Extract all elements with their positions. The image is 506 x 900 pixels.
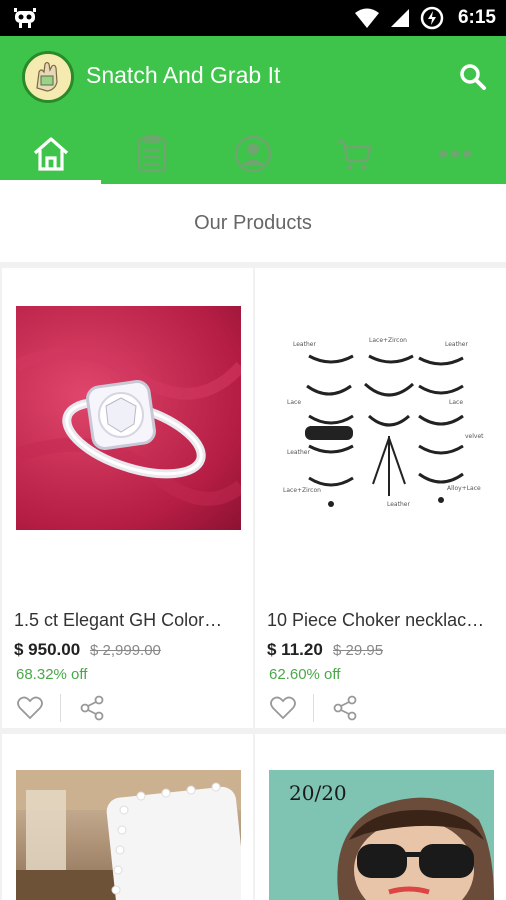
choker-label: Leather (287, 449, 310, 456)
heart-icon[interactable] (16, 694, 44, 722)
choker-label: Lace (287, 399, 301, 406)
tab-home[interactable] (0, 124, 102, 184)
heart-icon[interactable] (269, 694, 297, 722)
tab-bar (0, 124, 506, 184)
tab-account[interactable] (202, 124, 303, 184)
home-icon (33, 137, 68, 171)
product-discount: 68.32% off (16, 666, 88, 683)
product-old-price: $ 29.95 (333, 642, 384, 659)
robot-notification-icon (14, 8, 36, 28)
choker-label: Lace (449, 399, 463, 406)
cart-icon (337, 139, 372, 170)
product-actions (255, 688, 506, 728)
product-actions (2, 688, 253, 728)
choker-label: Alloy+Lace (447, 485, 481, 492)
wifi-icon (354, 8, 379, 28)
signal-icon (390, 9, 409, 27)
chokers-image: Leather Lace+Zircon Leather Lace Lace Le… (269, 306, 494, 530)
divider (60, 694, 61, 722)
choker-label: Lace+Zircon (283, 487, 321, 494)
product-card[interactable]: Leather Lace+Zircon Leather Lace Lace Le… (255, 268, 506, 728)
product-name: 1.5 ct Elegant GH Color… (14, 610, 223, 630)
share-icon[interactable] (331, 694, 359, 722)
choker-label: Leather (445, 341, 468, 348)
product-card[interactable] (2, 734, 253, 900)
divider (313, 694, 314, 722)
choker-label: Leather (387, 501, 410, 508)
clock: 6:15 (457, 7, 496, 28)
app-logo (22, 51, 74, 103)
tab-orders[interactable] (101, 124, 202, 184)
status-bar: 6:15 (0, 0, 506, 36)
choker-label: Leather (293, 341, 316, 348)
section-title: Our Products (0, 184, 506, 262)
product-discount: 62.60% off (269, 666, 341, 683)
product-old-price: $ 2,999.00 (90, 642, 161, 659)
logo-hand-icon (25, 54, 71, 100)
choker-label: Lace+Zircon (369, 337, 407, 344)
clipboard-icon (137, 134, 167, 173)
choker-label: velvet (465, 433, 484, 440)
magazine-logo-text: 20/20 (289, 781, 347, 805)
app-bar: Snatch And Grab It (0, 36, 506, 184)
more-icon (439, 150, 472, 158)
mirror-image (16, 770, 241, 900)
ring-image (16, 306, 241, 530)
product-name: 10 Piece Choker necklac… (267, 610, 485, 630)
sunglasses-image: 20/20 (269, 770, 494, 900)
search-icon[interactable] (456, 60, 490, 94)
data-saver-icon (420, 6, 444, 30)
user-icon (234, 135, 272, 173)
share-icon[interactable] (78, 694, 106, 722)
product-card[interactable]: 20/20 (255, 734, 506, 900)
product-price: $ 950.00 (14, 640, 81, 659)
app-title: Snatch And Grab It (86, 62, 281, 88)
tab-cart[interactable] (304, 124, 405, 184)
product-card[interactable]: 1.5 ct Elegant GH Color… $ 950.00 $ 2,99… (2, 268, 253, 728)
tab-more[interactable] (405, 124, 506, 184)
product-price: $ 11.20 (267, 640, 323, 659)
